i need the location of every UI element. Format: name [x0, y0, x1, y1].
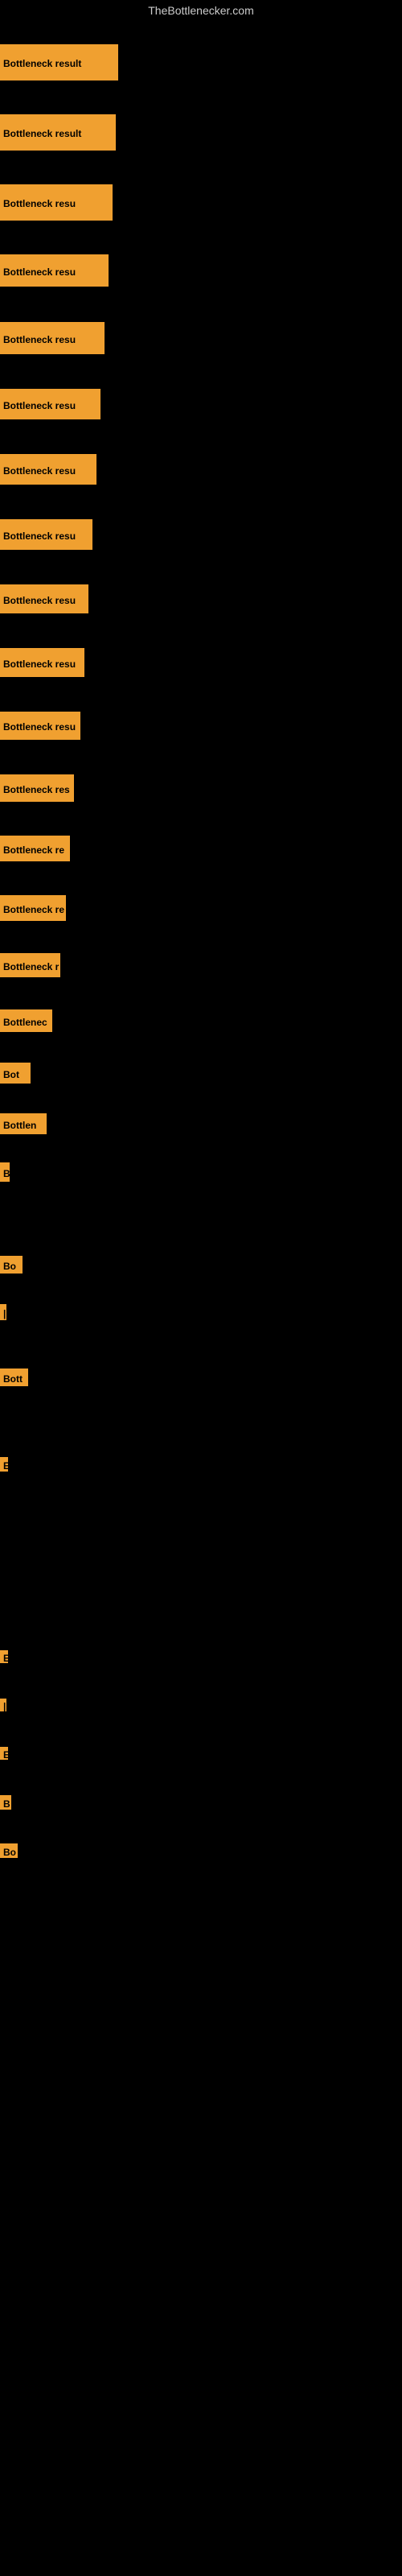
bar-label-20: |: [0, 1304, 6, 1320]
bar-label-12: Bottleneck re: [0, 836, 70, 861]
bar-row-24: |: [0, 1699, 6, 1711]
bar-label-13: Bottleneck re: [0, 895, 66, 921]
site-title: TheBottlenecker.com: [0, 0, 402, 21]
bar-label-22: E: [0, 1457, 8, 1472]
bar-label-8: Bottleneck resu: [0, 584, 88, 613]
bar-label-25: E: [0, 1747, 8, 1760]
bar-row-22: E: [0, 1457, 8, 1472]
bar-label-4: Bottleneck resu: [0, 322, 105, 354]
bar-label-11: Bottleneck res: [0, 774, 74, 802]
bar-row-18: B: [0, 1162, 10, 1182]
bar-row-0: Bottleneck result: [0, 44, 118, 80]
bar-label-7: Bottleneck resu: [0, 519, 92, 550]
bar-row-27: Bo: [0, 1843, 18, 1858]
bar-label-21: Bott: [0, 1368, 28, 1386]
bar-row-3: Bottleneck resu: [0, 254, 109, 287]
bar-row-8: Bottleneck resu: [0, 584, 88, 613]
bar-row-25: E: [0, 1747, 8, 1760]
bar-label-14: Bottleneck r: [0, 953, 60, 977]
bar-label-6: Bottleneck resu: [0, 454, 96, 485]
bar-label-3: Bottleneck resu: [0, 254, 109, 287]
bar-row-11: Bottleneck res: [0, 774, 74, 802]
bar-row-12: Bottleneck re: [0, 836, 70, 861]
bar-row-15: Bottlenec: [0, 1009, 52, 1032]
bar-label-24: |: [0, 1699, 6, 1711]
bar-label-27: Bo: [0, 1843, 18, 1858]
bar-row-5: Bottleneck resu: [0, 389, 100, 419]
bar-label-16: Bot: [0, 1063, 31, 1084]
bar-row-16: Bot: [0, 1063, 31, 1084]
bar-row-1: Bottleneck result: [0, 114, 116, 151]
bar-row-4: Bottleneck resu: [0, 322, 105, 354]
bar-row-9: Bottleneck resu: [0, 648, 84, 677]
bar-label-9: Bottleneck resu: [0, 648, 84, 677]
bar-label-18: B: [0, 1162, 10, 1182]
bar-label-10: Bottleneck resu: [0, 712, 80, 740]
bar-row-6: Bottleneck resu: [0, 454, 96, 485]
bar-row-19: Bo: [0, 1256, 23, 1274]
bar-label-26: B: [0, 1795, 11, 1810]
bar-label-0: Bottleneck result: [0, 44, 118, 80]
bar-label-1: Bottleneck result: [0, 114, 116, 151]
bar-row-10: Bottleneck resu: [0, 712, 80, 740]
bar-label-15: Bottlenec: [0, 1009, 52, 1032]
bar-row-13: Bottleneck re: [0, 895, 66, 921]
bar-label-2: Bottleneck resu: [0, 184, 113, 221]
bar-row-17: Bottlen: [0, 1113, 47, 1134]
bar-row-26: B: [0, 1795, 11, 1810]
bar-row-2: Bottleneck resu: [0, 184, 113, 221]
bar-row-7: Bottleneck resu: [0, 519, 92, 550]
bar-label-19: Bo: [0, 1256, 23, 1274]
bar-label-5: Bottleneck resu: [0, 389, 100, 419]
bar-row-20: |: [0, 1304, 6, 1320]
bar-row-14: Bottleneck r: [0, 953, 60, 977]
bar-row-21: Bott: [0, 1368, 28, 1386]
bar-label-17: Bottlen: [0, 1113, 47, 1134]
bar-label-23: E: [0, 1650, 8, 1663]
bar-row-23: E: [0, 1650, 8, 1663]
